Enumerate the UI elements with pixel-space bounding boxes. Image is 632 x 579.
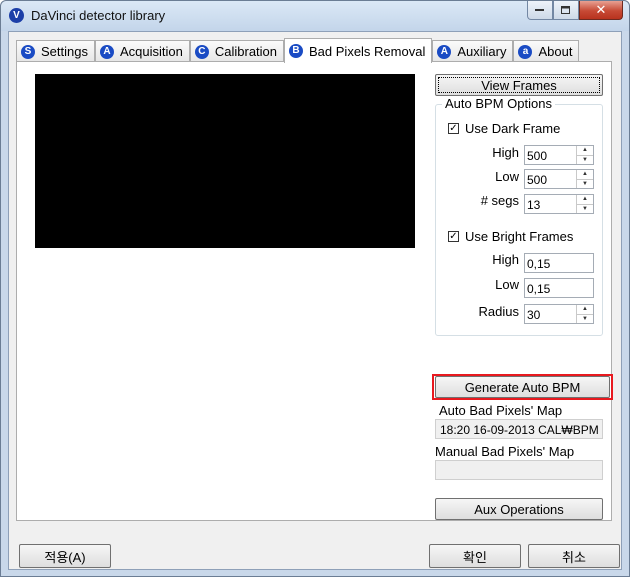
minimize-button[interactable]: [527, 1, 553, 20]
auxiliary-tab-icon: A: [437, 44, 452, 59]
use-bright-frames-checkbox[interactable]: ✓ Use Bright Frames: [448, 229, 573, 244]
cancel-label: 취소: [562, 549, 586, 565]
dark-high-label: High: [492, 145, 519, 160]
title-bar[interactable]: V DaVinci detector library ✕: [1, 1, 629, 31]
aux-operations-button[interactable]: Aux Operations: [435, 498, 603, 520]
aux-operations-label: Aux Operations: [474, 501, 564, 517]
bright-radius-spinner[interactable]: 30 ▲ ▼: [524, 304, 594, 324]
ok-label: 확인: [463, 549, 487, 565]
spinner-value: 500: [527, 149, 548, 163]
checkbox-label: Use Bright Frames: [465, 229, 574, 244]
use-dark-frame-checkbox[interactable]: ✓ Use Dark Frame: [448, 121, 560, 136]
spin-down-icon[interactable]: ▼: [577, 179, 593, 189]
tab-label: Auxiliary: [457, 44, 507, 59]
generate-auto-bpm-button[interactable]: Generate Auto BPM: [435, 376, 610, 398]
minimize-icon: [535, 9, 544, 11]
manual-map-field: [435, 460, 603, 480]
tab-label: Calibration: [214, 44, 278, 59]
auto-bpm-options-group: Auto BPM Options ✓ Use Dark Frame High 5…: [435, 96, 603, 336]
bright-low-label: Low: [495, 277, 519, 292]
settings-tab-icon: S: [21, 44, 35, 59]
frame-preview: [35, 74, 415, 248]
auto-map-field: 18:20 16-09-2013 CAL₩BPM: [435, 419, 603, 439]
spin-down-icon[interactable]: ▼: [577, 314, 593, 324]
tab-acquisition[interactable]: A Acquisition: [94, 40, 190, 62]
spinner-value: 30: [527, 308, 541, 322]
generate-auto-bpm-label: Generate Auto BPM: [464, 379, 581, 395]
tab-label: Bad Pixels Removal: [309, 43, 426, 59]
checkbox-checked-icon: ✓: [448, 231, 459, 242]
dialog-client-area: S Settings A Acquisition C Calibration B…: [8, 31, 622, 570]
tab-bad-pixels-removal[interactable]: B Bad Pixels Removal: [284, 38, 433, 63]
bad-pixels-tab-page: View Frames Auto BPM Options ✓ Use Dark …: [16, 61, 613, 521]
ok-button[interactable]: 확인: [429, 544, 521, 568]
spin-down-icon[interactable]: ▼: [577, 204, 593, 214]
spinner-value: 13: [527, 198, 541, 212]
dark-high-spinner[interactable]: 500 ▲ ▼: [524, 145, 594, 165]
view-frames-button[interactable]: View Frames: [435, 74, 603, 96]
spin-up-icon[interactable]: ▲: [577, 146, 593, 155]
spin-up-icon[interactable]: ▲: [577, 305, 593, 314]
tab-calibration[interactable]: C Calibration: [189, 40, 285, 62]
dark-segs-spinner[interactable]: 13 ▲ ▼: [524, 194, 594, 214]
tab-label: Acquisition: [119, 44, 183, 59]
checkbox-label: Use Dark Frame: [465, 121, 561, 136]
group-label: Auto BPM Options: [442, 96, 555, 111]
tab-settings[interactable]: S Settings: [16, 40, 95, 62]
cancel-button[interactable]: 취소: [528, 544, 620, 568]
window-controls: ✕: [527, 1, 623, 21]
checkbox-checked-icon: ✓: [448, 123, 459, 134]
bright-radius-label: Radius: [478, 304, 519, 319]
bright-low-field[interactable]: 0,15: [524, 278, 594, 298]
auto-map-label: Auto Bad Pixels' Map: [439, 403, 563, 418]
view-frames-label: View Frames: [481, 77, 557, 93]
close-button[interactable]: ✕: [579, 1, 623, 20]
maximize-icon: [561, 5, 570, 14]
bright-high-field[interactable]: 0,15: [524, 253, 594, 273]
spinner-value: 500: [527, 173, 548, 187]
acquisition-tab-icon: A: [99, 44, 114, 59]
dark-low-spinner[interactable]: 500 ▲ ▼: [524, 169, 594, 189]
window-title: DaVinci detector library: [31, 8, 166, 23]
tab-strip: S Settings A Acquisition C Calibration B…: [16, 38, 580, 63]
calibration-tab-icon: C: [194, 44, 209, 59]
spin-down-icon[interactable]: ▼: [577, 155, 593, 165]
manual-map-label: Manual Bad Pixels' Map: [435, 444, 575, 459]
close-icon: ✕: [595, 2, 607, 17]
maximize-button[interactable]: [553, 1, 579, 20]
tab-label: Settings: [41, 44, 88, 59]
bright-high-label: High: [492, 252, 519, 267]
spin-up-icon[interactable]: ▲: [577, 170, 593, 179]
about-tab-icon: a: [518, 44, 533, 59]
app-logo-icon: V: [9, 8, 24, 23]
app-window: V DaVinci detector library ✕ S Settings …: [0, 0, 630, 577]
apply-label: 적용(A): [44, 549, 86, 565]
bad-pixels-tab-icon: B: [289, 44, 304, 58]
apply-button[interactable]: 적용(A): [19, 544, 111, 568]
tab-auxiliary[interactable]: A Auxiliary: [432, 40, 514, 62]
spin-up-icon[interactable]: ▲: [577, 195, 593, 204]
dark-low-label: Low: [495, 169, 519, 184]
tab-label: About: [538, 44, 573, 59]
dark-segs-label: # segs: [480, 193, 519, 208]
tab-about[interactable]: a About: [513, 40, 580, 62]
